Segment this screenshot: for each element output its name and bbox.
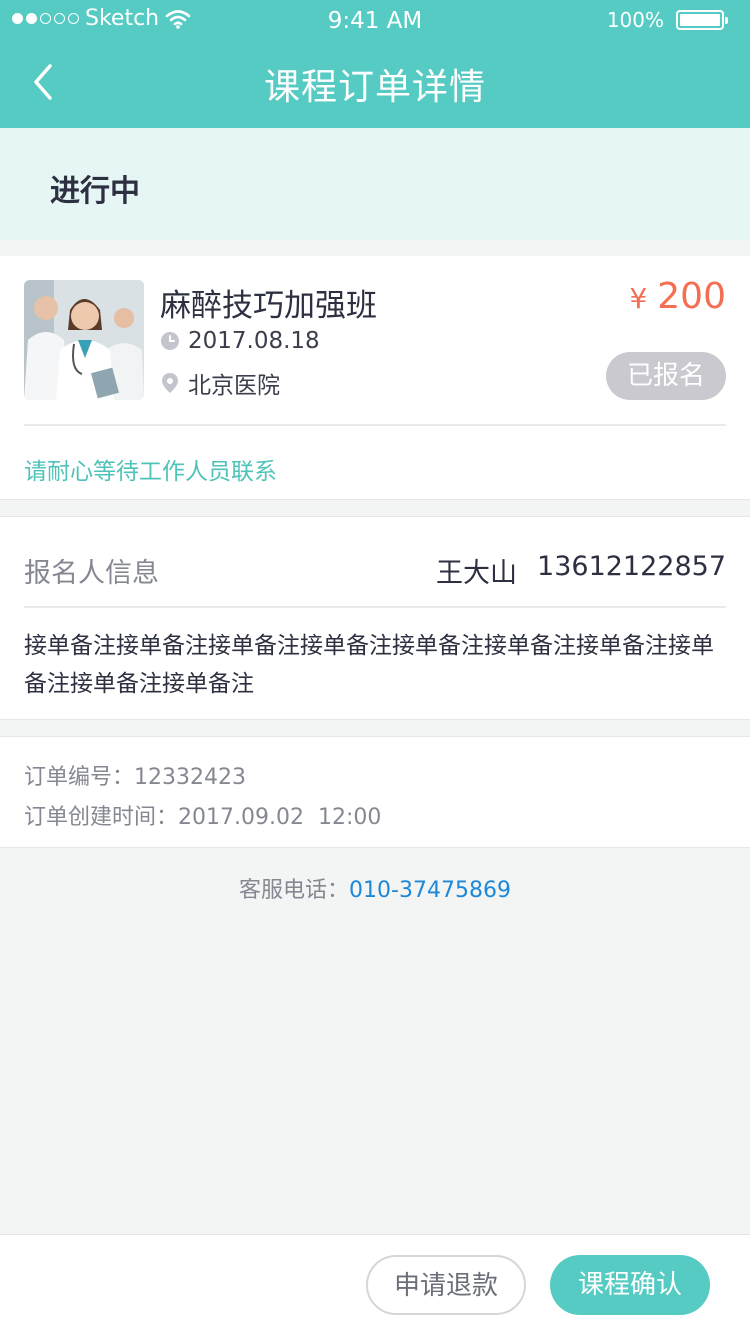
- customer-service: 客服电话：010-37475869: [0, 872, 750, 904]
- status-right: 100%: [606, 8, 728, 32]
- service-label: 客服电话：: [239, 878, 350, 903]
- registrant-details: 王大山 13612122857: [436, 551, 726, 590]
- status-bar: Sketch 9:41 AM 100%: [0, 0, 750, 40]
- location-pin-icon: [162, 373, 178, 393]
- course-date: 2017.08.18: [188, 328, 320, 354]
- clock-icon: [161, 332, 179, 350]
- registrant-label: 报名人信息: [24, 558, 159, 589]
- confirm-course-button[interactable]: 课程确认: [550, 1255, 710, 1315]
- course-card[interactable]: 麻醉技巧加强班 2017.08.18 北京医院 ¥200 已报名 请耐心等待工作…: [0, 256, 750, 500]
- order-created-label: 订单创建时间：: [24, 805, 179, 830]
- contact-notice: 请耐心等待工作人员联系: [24, 459, 277, 485]
- battery-percent: 100%: [606, 8, 664, 32]
- course-title: 麻醉技巧加强班: [160, 288, 377, 324]
- registrant-phone[interactable]: 13612122857: [537, 551, 726, 590]
- course-thumbnail: [24, 280, 144, 400]
- order-number-row: 订单编号：12332423: [24, 759, 246, 791]
- service-phone-link[interactable]: 010-37475869: [349, 878, 511, 903]
- order-info-section: 订单编号：12332423 订单创建时间：2017.09.02 12:00: [0, 736, 750, 848]
- divider: [24, 424, 726, 426]
- order-created-time: 2017.09.02 12:00: [178, 805, 382, 830]
- course-date-row: 2017.08.18: [160, 328, 320, 354]
- order-remark: 接单备注接单备注接单备注接单备注接单备注接单备注接单备注接单备注接单备注接单备注: [24, 633, 714, 697]
- doctors-image: [24, 280, 144, 400]
- registrant-name: 王大山: [436, 558, 518, 589]
- order-status-label: 进行中: [50, 174, 140, 209]
- navigation-bar: Sketch 9:41 AM 100% 课程订单详情: [0, 0, 750, 128]
- battery-icon: [676, 10, 728, 30]
- page-title: 课程订单详情: [263, 67, 486, 108]
- divider: [24, 606, 726, 608]
- course-price: ¥200: [629, 276, 726, 317]
- registrant-section: 报名人信息 王大山 13612122857 接单备注接单备注接单备注接单备注接单…: [0, 516, 750, 720]
- order-status-banner: 进行中: [0, 128, 750, 240]
- order-number-label: 订单编号：: [24, 765, 135, 790]
- course-location-row: 北京医院: [160, 366, 280, 400]
- order-number: 12332423: [134, 765, 246, 790]
- refund-button[interactable]: 申请退款: [366, 1255, 526, 1315]
- price-value: 200: [657, 276, 726, 317]
- registered-badge: 已报名: [606, 352, 726, 400]
- bottom-action-bar: 申请退款 课程确认: [0, 1234, 750, 1334]
- order-created-row: 订单创建时间：2017.09.02 12:00: [24, 799, 381, 831]
- course-location: 北京医院: [188, 373, 280, 399]
- currency-symbol: ¥: [629, 282, 648, 315]
